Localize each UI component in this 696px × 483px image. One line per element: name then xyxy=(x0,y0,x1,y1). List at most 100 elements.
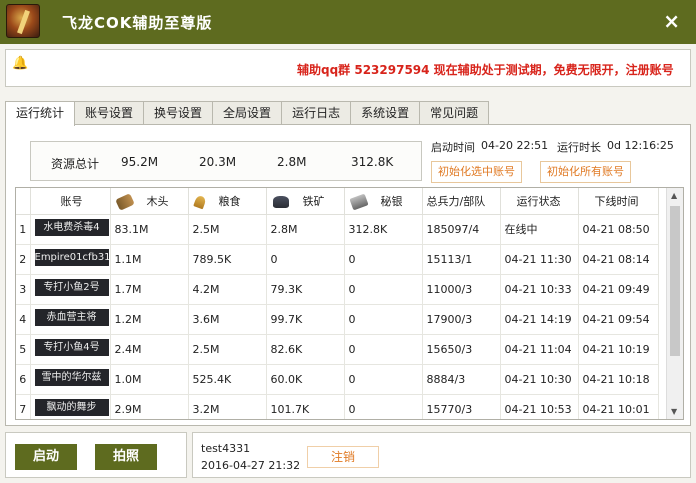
tab-global-settings[interactable]: 全局设置 xyxy=(212,101,283,125)
header-wood-label: 木头 xyxy=(146,194,169,208)
account-cell[interactable]: Empire01cfb31403 xyxy=(30,244,111,275)
total-food: 20.3M xyxy=(199,155,237,169)
status-cell: 在线中 xyxy=(500,214,579,245)
notice-text: 辅助qq群 523297594 现在辅助处于测试期，免费无限开，注册账号 xyxy=(297,63,674,77)
username: test4331 xyxy=(201,442,251,455)
start-button[interactable]: 启动 xyxy=(15,444,77,470)
header-food[interactable]: 粮食 xyxy=(188,188,267,215)
wood-cell: 1.0M xyxy=(110,364,189,395)
window-title: 飞龙COK辅助至尊版 xyxy=(62,14,213,32)
ore-icon xyxy=(272,195,289,208)
row-index: 5 xyxy=(16,334,31,365)
user-info-bar: test4331 2016-04-27 21:32 注销 xyxy=(192,432,691,478)
account-cell[interactable]: 飘动的舞步 xyxy=(30,394,111,419)
silver-cell: 0 xyxy=(344,364,423,395)
wood-cell: 1.7M xyxy=(110,274,189,305)
offline-cell: 04-21 10:19 xyxy=(578,334,659,365)
silver-cell: 0 xyxy=(344,304,423,335)
header-wood[interactable]: 木头 xyxy=(110,188,189,215)
account-cell[interactable]: 雪中的华尔兹 xyxy=(30,364,111,395)
troops-cell: 11000/3 xyxy=(422,274,501,305)
total-silver: 312.8K xyxy=(351,155,394,169)
tab-run-log[interactable]: 运行日志 xyxy=(281,101,352,125)
account-name: 专打小鱼4号 xyxy=(34,339,109,356)
silver-icon xyxy=(348,193,369,211)
expiry-date: 2016-04-27 21:32 xyxy=(201,459,301,472)
init-selected-button[interactable]: 初始化选中账号 xyxy=(431,161,522,183)
table-scrollbar[interactable]: ▲ ▼ xyxy=(666,188,683,419)
table-row[interactable]: 3 专打小鱼2号 1.7M 4.2M 79.3K 0 11000/3 04-21 10:33 0… xyxy=(16,274,659,305)
troops-cell: 8884/3 xyxy=(422,364,501,395)
food-cell: 2.5M xyxy=(188,334,267,365)
runtime-value: 0d 12:16:25 xyxy=(607,139,674,152)
wood-cell: 1.2M xyxy=(110,304,189,335)
ore-cell: 60.0K xyxy=(266,364,345,395)
status-cell: 04-21 10:53 xyxy=(500,394,579,419)
status-cell: 04-21 10:33 xyxy=(500,274,579,305)
ore-cell: 99.7K xyxy=(266,304,345,335)
account-cell[interactable]: 水电费杀毒4 xyxy=(30,214,111,245)
wood-cell: 2.4M xyxy=(110,334,189,365)
account-name: 赤血营主将 xyxy=(34,309,109,326)
offline-cell: 04-21 10:01 xyxy=(578,394,659,419)
table-row[interactable]: 4 赤血营主将 1.2M 3.6M 99.7K 0 17900/3 04-21 14:19 04… xyxy=(16,304,659,335)
runtime-label: 运行时长 xyxy=(557,141,601,154)
tab-account-settings[interactable]: 账号设置 xyxy=(74,101,145,125)
close-button[interactable]: × xyxy=(663,11,680,31)
header-index xyxy=(16,188,31,215)
status-cell: 04-21 11:04 xyxy=(500,334,579,365)
title-bar: 飞龙COK辅助至尊版 × xyxy=(0,0,696,44)
offline-cell: 04-21 08:14 xyxy=(578,244,659,275)
logout-button[interactable]: 注销 xyxy=(307,446,379,468)
app-logo-icon xyxy=(6,4,40,38)
start-time-value: 04-20 22:51 xyxy=(481,139,549,152)
header-ore[interactable]: 铁矿 xyxy=(266,188,345,215)
header-status[interactable]: 运行状态 xyxy=(500,188,579,215)
tab-bar: 运行统计 账号设置 换号设置 全局设置 运行日志 系统设置 常见问题 xyxy=(5,101,490,126)
tab-system-settings[interactable]: 系统设置 xyxy=(350,101,421,125)
tab-run-stats[interactable]: 运行统计 xyxy=(5,101,76,126)
account-cell[interactable]: 专打小鱼4号 xyxy=(30,334,111,365)
offline-cell: 04-21 09:49 xyxy=(578,274,659,305)
row-index: 2 xyxy=(16,244,31,275)
row-index: 1 xyxy=(16,214,31,245)
food-cell: 3.2M xyxy=(188,394,267,419)
tab-faq[interactable]: 常见问题 xyxy=(419,101,490,125)
init-all-button[interactable]: 初始化所有账号 xyxy=(540,161,631,183)
table-row[interactable]: 2Empire01cfb314031.1M789.5K0015113/104-2… xyxy=(16,244,659,275)
total-ore: 2.8M xyxy=(277,155,307,169)
total-wood: 95.2M xyxy=(121,155,159,169)
account-name: 水电费杀毒4 xyxy=(34,219,109,236)
notice-banner: 🔔 辅助qq群 523297594 现在辅助处于测试期，免费无限开，注册账号 xyxy=(5,49,691,87)
table-row[interactable]: 7 飘动的舞步 2.9M 3.2M 101.7K 0 15770/3 04-21 10:53 0… xyxy=(16,394,659,419)
account-name: Empire01cfb31403 xyxy=(34,249,109,266)
account-cell[interactable]: 赤血营主将 xyxy=(30,304,111,335)
troops-cell: 15650/3 xyxy=(422,334,501,365)
wood-icon xyxy=(114,192,135,211)
food-cell: 525.4K xyxy=(188,364,267,395)
table-row[interactable]: 1 水电费杀毒4 83.1M 2.5M 2.8M 312.8K 185097/4 在线中 04-… xyxy=(16,214,659,245)
offline-cell: 04-21 09:54 xyxy=(578,304,659,335)
account-cell[interactable]: 专打小鱼2号 xyxy=(30,274,111,305)
photo-button[interactable]: 拍照 xyxy=(95,444,157,470)
header-food-label: 粮食 xyxy=(218,194,241,208)
troops-cell: 15113/1 xyxy=(422,244,501,275)
row-index: 6 xyxy=(16,364,31,395)
header-account[interactable]: 账号 xyxy=(30,188,111,215)
row-index: 7 xyxy=(16,394,31,419)
ore-cell: 0 xyxy=(266,244,345,275)
food-cell: 3.6M xyxy=(188,304,267,335)
scroll-thumb[interactable] xyxy=(670,206,680,356)
run-stats-panel: 资源总计 95.2M 20.3M 2.8M 312.8K 启动时间 04-20 … xyxy=(5,124,691,426)
scroll-down-icon[interactable]: ▼ xyxy=(671,407,677,416)
header-troops[interactable]: 总兵力/部队 xyxy=(422,188,501,215)
table-row[interactable]: 5 专打小鱼4号 2.4M 2.5M 82.6K 0 15650/3 04-21 11:04 0… xyxy=(16,334,659,365)
tab-switch-settings[interactable]: 换号设置 xyxy=(143,101,214,125)
status-cell: 04-21 11:30 xyxy=(500,244,579,275)
header-offline[interactable]: 下线时间 xyxy=(578,188,659,215)
table-row[interactable]: 6 雪中的华尔兹 1.0M 525.4K 60.0K 0 8884/3 04-21 10:30… xyxy=(16,364,659,395)
header-silver-label: 秘银 xyxy=(380,194,403,208)
scroll-up-icon[interactable]: ▲ xyxy=(671,191,677,200)
header-silver[interactable]: 秘银 xyxy=(344,188,423,215)
food-cell: 2.5M xyxy=(188,214,267,245)
